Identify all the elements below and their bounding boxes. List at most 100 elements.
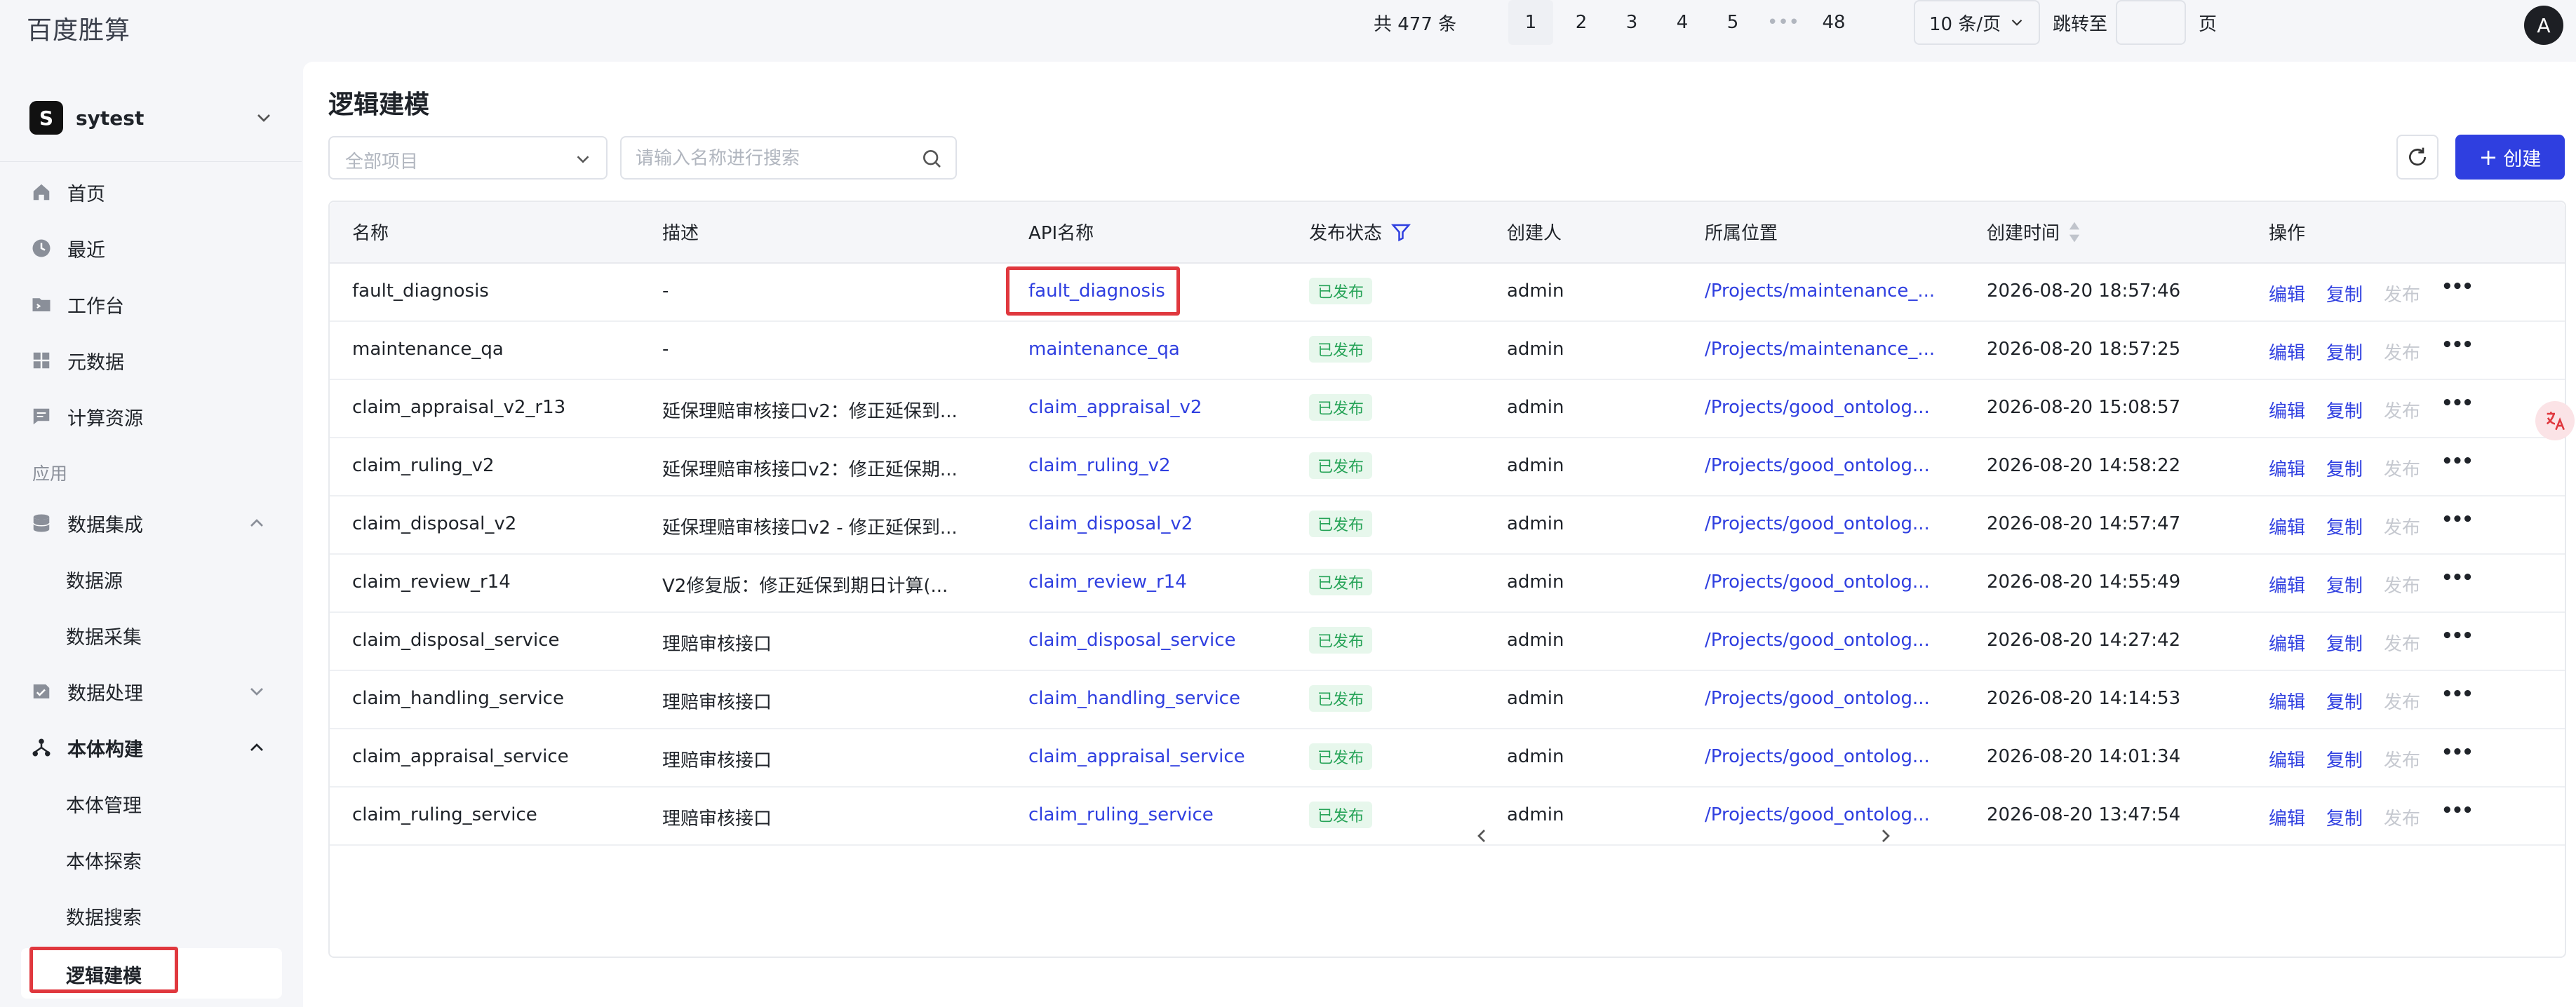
more-actions-button[interactable]: •••: [2441, 509, 2474, 530]
sidebar-item-label: 计算资源: [67, 407, 143, 430]
cell-api-name[interactable]: claim_disposal_service: [1028, 630, 1236, 651]
translate-float-button[interactable]: [2535, 401, 2575, 440]
more-actions-button[interactable]: •••: [2441, 393, 2474, 414]
sidebar-item-datasource[interactable]: 数据源: [66, 560, 123, 599]
edit-button[interactable]: 编辑: [2269, 572, 2305, 597]
database-icon: [29, 511, 53, 535]
cell-location[interactable]: /Projects/maintenance_...: [1705, 339, 1935, 360]
cell-name: claim_appraisal_service: [352, 746, 569, 767]
sidebar-item-compute[interactable]: 计算资源: [29, 397, 275, 436]
cell-api-name[interactable]: claim_appraisal_v2: [1028, 397, 1202, 418]
more-actions-button[interactable]: •••: [2441, 800, 2474, 821]
user-avatar[interactable]: A: [2524, 6, 2563, 45]
cell-description: 延保理赔审核接口v2：修正延保期...: [662, 459, 958, 480]
sidebar-item-ontology-manage[interactable]: 本体管理: [66, 784, 142, 823]
cell-location[interactable]: /Projects/good_ontolog...: [1705, 688, 1930, 709]
cell-location[interactable]: /Projects/good_ontolog...: [1705, 804, 1930, 825]
cell-location[interactable]: /Projects/good_ontolog...: [1705, 746, 1930, 767]
copy-button[interactable]: 复制: [2326, 572, 2363, 597]
grid-icon: [29, 349, 53, 372]
page-button[interactable]: 2: [1559, 0, 1604, 45]
edit-button[interactable]: 编辑: [2269, 630, 2305, 656]
edit-button[interactable]: 编辑: [2269, 746, 2305, 772]
edit-button[interactable]: 编辑: [2269, 455, 2305, 481]
cell-location[interactable]: /Projects/maintenance_...: [1705, 281, 1935, 302]
more-actions-button[interactable]: •••: [2441, 276, 2474, 297]
sidebar-item-home[interactable]: 首页: [29, 173, 275, 212]
sidebar-item-data-processing[interactable]: 数据处理: [29, 672, 275, 711]
project-select-value: 全部项目: [345, 151, 419, 173]
column-header-created-time[interactable]: 创建时间: [1987, 219, 2082, 245]
cell-location[interactable]: /Projects/good_ontolog...: [1705, 572, 1930, 593]
chevron-left-icon[interactable]: [1470, 825, 1493, 847]
copy-button[interactable]: 复制: [2326, 339, 2363, 365]
more-actions-button[interactable]: •••: [2441, 742, 2474, 763]
sidebar-item-data-integration[interactable]: 数据集成: [29, 503, 275, 543]
cell-description: 理赔审核接口: [662, 634, 772, 655]
cell-api-name[interactable]: claim_ruling_v2: [1028, 455, 1171, 476]
more-actions-button[interactable]: •••: [2441, 626, 2474, 647]
copy-button[interactable]: 复制: [2326, 804, 2363, 830]
page-button[interactable]: 3: [1609, 0, 1654, 45]
cell-api-name[interactable]: claim_review_r14: [1028, 572, 1187, 593]
edit-button[interactable]: 编辑: [2269, 397, 2305, 423]
copy-button[interactable]: 复制: [2326, 513, 2363, 539]
edit-button[interactable]: 编辑: [2269, 513, 2305, 539]
cell-api-name[interactable]: claim_appraisal_service: [1028, 746, 1245, 767]
search-icon[interactable]: [920, 147, 943, 170]
filter-icon[interactable]: [1390, 222, 1411, 243]
translate-icon: [2546, 412, 2565, 431]
cell-name: claim_disposal_v2: [352, 513, 517, 534]
sidebar-item-metadata[interactable]: 元数据: [29, 341, 275, 380]
refresh-button[interactable]: [2396, 135, 2439, 180]
cell-location[interactable]: /Projects/good_ontolog...: [1705, 513, 1930, 534]
sidebar-item-data-collection[interactable]: 数据采集: [66, 616, 142, 655]
page-button[interactable]: 48: [1811, 0, 1856, 45]
more-actions-button[interactable]: •••: [2441, 567, 2474, 588]
cell-location[interactable]: /Projects/good_ontolog...: [1705, 455, 1930, 476]
more-actions-button[interactable]: •••: [2441, 334, 2474, 356]
cell-api-name[interactable]: claim_handling_service: [1028, 688, 1240, 709]
page-button[interactable]: 5: [1710, 0, 1755, 45]
edit-button[interactable]: 编辑: [2269, 804, 2305, 830]
highlight-box: [29, 947, 178, 993]
sidebar-item-data-search[interactable]: 数据搜索: [66, 896, 142, 935]
cell-api-name[interactable]: claim_disposal_v2: [1028, 513, 1193, 534]
cell-api-name[interactable]: claim_ruling_service: [1028, 804, 1214, 825]
more-actions-button[interactable]: •••: [2441, 684, 2474, 705]
chevron-right-icon[interactable]: [1874, 825, 1897, 847]
cell-api-name[interactable]: maintenance_qa: [1028, 339, 1180, 360]
copy-button[interactable]: 复制: [2326, 455, 2363, 481]
copy-button[interactable]: 复制: [2326, 281, 2363, 306]
copy-button[interactable]: 复制: [2326, 688, 2363, 714]
cell-location[interactable]: /Projects/good_ontolog...: [1705, 397, 1930, 418]
status-badge: 已发布: [1309, 452, 1373, 479]
table-row: claim_appraisal_service 理赔审核接口 claim_appra…: [330, 729, 2565, 788]
sidebar-item-recent[interactable]: 最近: [29, 229, 275, 268]
copy-button[interactable]: 复制: [2326, 746, 2363, 772]
page-button[interactable]: 1: [1508, 0, 1553, 45]
jump-page-input[interactable]: [2116, 0, 2186, 45]
cell-location[interactable]: /Projects/good_ontolog...: [1705, 630, 1930, 651]
cell-description: 理赔审核接口: [662, 692, 772, 713]
page-button[interactable]: 4: [1660, 0, 1705, 45]
sidebar-item-workbench[interactable]: 工作台: [29, 285, 275, 324]
ontology-icon: [29, 736, 53, 759]
table-row: fault_diagnosis - fault_diagnosis admin/Pro…: [330, 264, 2565, 322]
search-input[interactable]: [636, 144, 909, 173]
copy-button[interactable]: 复制: [2326, 397, 2363, 423]
project-select[interactable]: 全部项目: [328, 136, 608, 180]
publish-button: 发布: [2384, 285, 2421, 306]
pagination-ellipsis[interactable]: •••: [1761, 0, 1806, 45]
copy-button[interactable]: 复制: [2326, 630, 2363, 656]
sidebar-item-ontology-explore[interactable]: 本体探索: [66, 840, 142, 879]
create-button[interactable]: + 创建: [2455, 135, 2565, 180]
page-size-select[interactable]: 10 条/页: [1914, 0, 2040, 45]
column-header-location: 所属位置: [1705, 223, 1778, 244]
workspace-switcher[interactable]: S sytest: [29, 97, 275, 139]
more-actions-button[interactable]: •••: [2441, 451, 2474, 472]
edit-button[interactable]: 编辑: [2269, 688, 2305, 714]
sidebar-item-ontology[interactable]: 本体构建: [29, 728, 275, 767]
edit-button[interactable]: 编辑: [2269, 339, 2305, 365]
edit-button[interactable]: 编辑: [2269, 281, 2305, 306]
